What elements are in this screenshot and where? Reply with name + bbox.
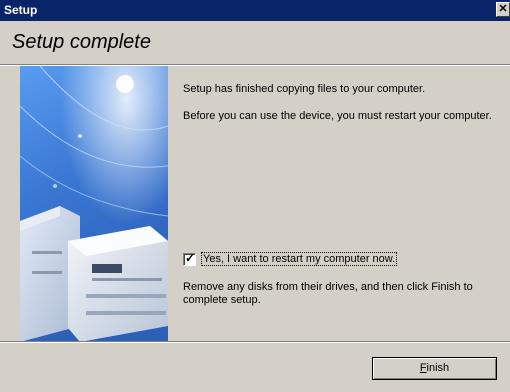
printer-illustration [20,66,168,342]
close-icon[interactable]: ✕ [496,2,510,17]
finish-button[interactable]: Finish [372,357,497,380]
setup-dialog: Setup ✕ Setup complete Setup has finishe… [0,0,510,392]
finish-label-rest: inish [426,362,450,374]
restart-checkbox[interactable]: ✓ [183,250,196,266]
page-title: Setup complete [12,31,151,53]
dialog-header: Setup complete [0,21,510,65]
restart-required-text: Before you can use the device, you must … [183,110,492,122]
footer-divider-highlight [0,342,510,343]
title-bar[interactable]: Setup ✕ [0,0,510,21]
finish-accelerator: F [419,362,427,374]
window-title: Setup [4,3,38,17]
copy-complete-text: Setup has finished copying files to your… [183,83,426,95]
banner-graphic [20,66,168,342]
remove-disks-text: Remove any disks from their drives, and … [183,281,473,306]
restart-checkbox-label[interactable]: Yes, I want to restart my computer now. [201,252,398,266]
restart-checkbox-row[interactable]: ✓ Yes, I want to restart my computer now… [183,250,398,266]
check-icon: ✓ [185,250,196,265]
